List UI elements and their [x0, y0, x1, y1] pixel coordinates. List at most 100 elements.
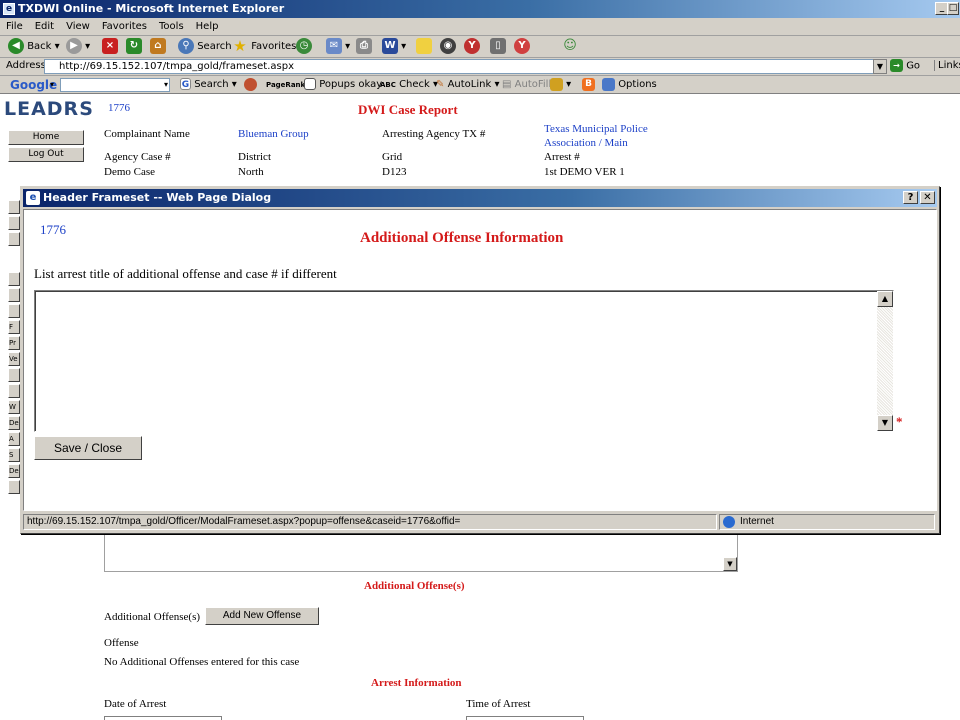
research-button[interactable]: ◉ [440, 38, 456, 56]
add-new-offense-button[interactable]: Add New Offense [205, 607, 319, 625]
refresh-button[interactable]: ↻ [126, 38, 142, 56]
favorites-star-icon: ★ [233, 37, 247, 55]
search-button[interactable]: ⚲ Search [178, 38, 232, 56]
go-arrow-icon: → [890, 59, 903, 72]
menu-favorites[interactable]: Favorites [96, 18, 153, 35]
menu-file[interactable]: File [0, 18, 29, 35]
scroll-up-arrow-icon[interactable]: ▲ [877, 291, 893, 307]
side-menu-stub[interactable]: De [8, 416, 20, 430]
logout-nav-button[interactable]: Log Out [8, 147, 84, 162]
side-menu-stub[interactable] [8, 216, 20, 230]
tool-button-a[interactable]: ▯ [490, 38, 506, 56]
side-menu-stub[interactable] [8, 272, 20, 286]
report-title: DWI Case Report [358, 102, 458, 117]
side-menu-stub[interactable]: S [8, 448, 20, 462]
background-textarea[interactable]: ▼ [104, 534, 738, 572]
side-menu-stub[interactable] [8, 480, 20, 494]
menu-help[interactable]: Help [190, 18, 225, 35]
messenger-people-button[interactable]: ☺ [562, 38, 578, 56]
options-label: Options [618, 79, 657, 90]
side-menu-stub[interactable] [8, 232, 20, 246]
menu-view[interactable]: View [60, 18, 96, 35]
autofill-label: AutoFill [514, 79, 552, 90]
additional-offense-textarea[interactable]: ▲ ▼ [34, 290, 894, 432]
window-title-bar: e TXDWI Online - Microsoft Internet Expl… [0, 0, 960, 18]
share-button[interactable]: ▾ [550, 77, 571, 93]
mail-button[interactable]: ✉ ▾ [326, 38, 350, 56]
popups-button[interactable]: Popups okay [304, 77, 382, 93]
dialog-help-button[interactable]: ? [903, 191, 918, 204]
side-menu-stub[interactable]: F [8, 320, 20, 334]
back-button[interactable]: ◀ Back ▾ [8, 38, 60, 56]
favorites-button[interactable]: ★ Favorites [232, 38, 296, 56]
arrest-number-value: 1st DEMO VER 1 [544, 166, 625, 178]
spellcheck-button[interactable]: ABC Check ▾ [380, 77, 438, 93]
complainant-value: Blueman Group [238, 128, 309, 140]
dialog-ie-icon: e [26, 191, 40, 205]
menu-tools[interactable]: Tools [153, 18, 190, 35]
edit-button[interactable]: W ▾ [382, 38, 406, 56]
district-value: North [238, 166, 264, 178]
side-menu-stub[interactable] [8, 200, 20, 214]
maximize-button[interactable]: □ [947, 2, 959, 15]
grid-label: Grid [382, 151, 403, 163]
agency-case-label: Agency Case # [104, 151, 171, 163]
autofill-button[interactable]: ▤ AutoFill [502, 77, 551, 93]
refresh-icon: ↻ [126, 38, 142, 54]
go-button[interactable]: → Go [890, 59, 920, 72]
options-button[interactable]: Options [602, 77, 657, 93]
side-menu-stub[interactable]: W [8, 400, 20, 414]
go-label: Go [906, 60, 921, 72]
address-bar: Address http://69.15.152.107/tmpa_gold/f… [0, 58, 960, 76]
google-search-input[interactable] [60, 78, 170, 92]
popups-label: Popups okay [319, 79, 383, 90]
address-input[interactable]: http://69.15.152.107/tmpa_gold/frameset.… [44, 59, 884, 74]
date-of-arrest-input[interactable] [104, 716, 222, 720]
leadrs-logo: LEADRS [4, 98, 94, 120]
side-menu-stub[interactable] [8, 368, 20, 382]
stop-button[interactable]: × [102, 38, 118, 56]
google-search-dropdown[interactable]: ▾ [164, 77, 174, 93]
save-close-button[interactable]: Save / Close [34, 436, 142, 460]
google-search-button[interactable]: G Search ▾ [180, 77, 237, 93]
address-dropdown[interactable]: ▼ [873, 59, 887, 74]
autolink-button[interactable]: ✎ AutoLink ▾ [436, 77, 499, 93]
discuss-button[interactable] [416, 38, 432, 56]
tool-button-b[interactable]: Y [514, 38, 530, 56]
home-button[interactable]: ⌂ [150, 38, 166, 56]
check-label: Check [399, 79, 430, 90]
google-menu-arrow[interactable]: ▾ [50, 77, 54, 93]
google-g-icon: G [180, 78, 191, 90]
time-of-arrest-input[interactable] [466, 716, 584, 720]
side-menu-stub[interactable] [8, 384, 20, 398]
people-icon: ☺ [563, 38, 577, 53]
links-button[interactable]: Links [934, 60, 960, 71]
side-menu-stub[interactable] [8, 288, 20, 302]
history-button[interactable]: ◷ [296, 38, 312, 56]
scroll-down-arrow-icon[interactable]: ▼ [723, 557, 737, 571]
news-button[interactable] [244, 77, 257, 93]
word-icon: W [382, 38, 398, 54]
mail-icon: ✉ [326, 38, 342, 54]
print-button[interactable]: ⎙ [356, 38, 372, 56]
autolink-label: AutoLink [447, 79, 492, 90]
blogger-button[interactable]: B [582, 77, 595, 93]
home-nav-button[interactable]: Home [8, 130, 84, 145]
favorites-label: Favorites [251, 41, 297, 52]
dialog-close-button[interactable]: ✕ [920, 191, 935, 204]
side-menu-stub[interactable] [8, 304, 20, 318]
scroll-down-arrow-icon[interactable]: ▼ [877, 415, 893, 431]
forward-button[interactable]: ▶ ▾ [66, 38, 90, 56]
textarea-scrollbar[interactable]: ▲ ▼ [877, 291, 893, 431]
messenger-icon: Y [464, 38, 480, 54]
search-label: Search [197, 41, 232, 52]
side-menu-stub[interactable]: Ve [8, 352, 20, 366]
side-menu-stub[interactable]: Pr [8, 336, 20, 350]
side-menu-stub[interactable]: De [8, 464, 20, 478]
note-icon [416, 38, 432, 54]
spellcheck-icon: ABC [380, 81, 396, 89]
messenger-button[interactable]: Y [464, 38, 480, 56]
side-menu-stub[interactable]: A [8, 432, 20, 446]
status-zone-label: Internet [740, 516, 774, 527]
menu-edit[interactable]: Edit [29, 18, 60, 35]
